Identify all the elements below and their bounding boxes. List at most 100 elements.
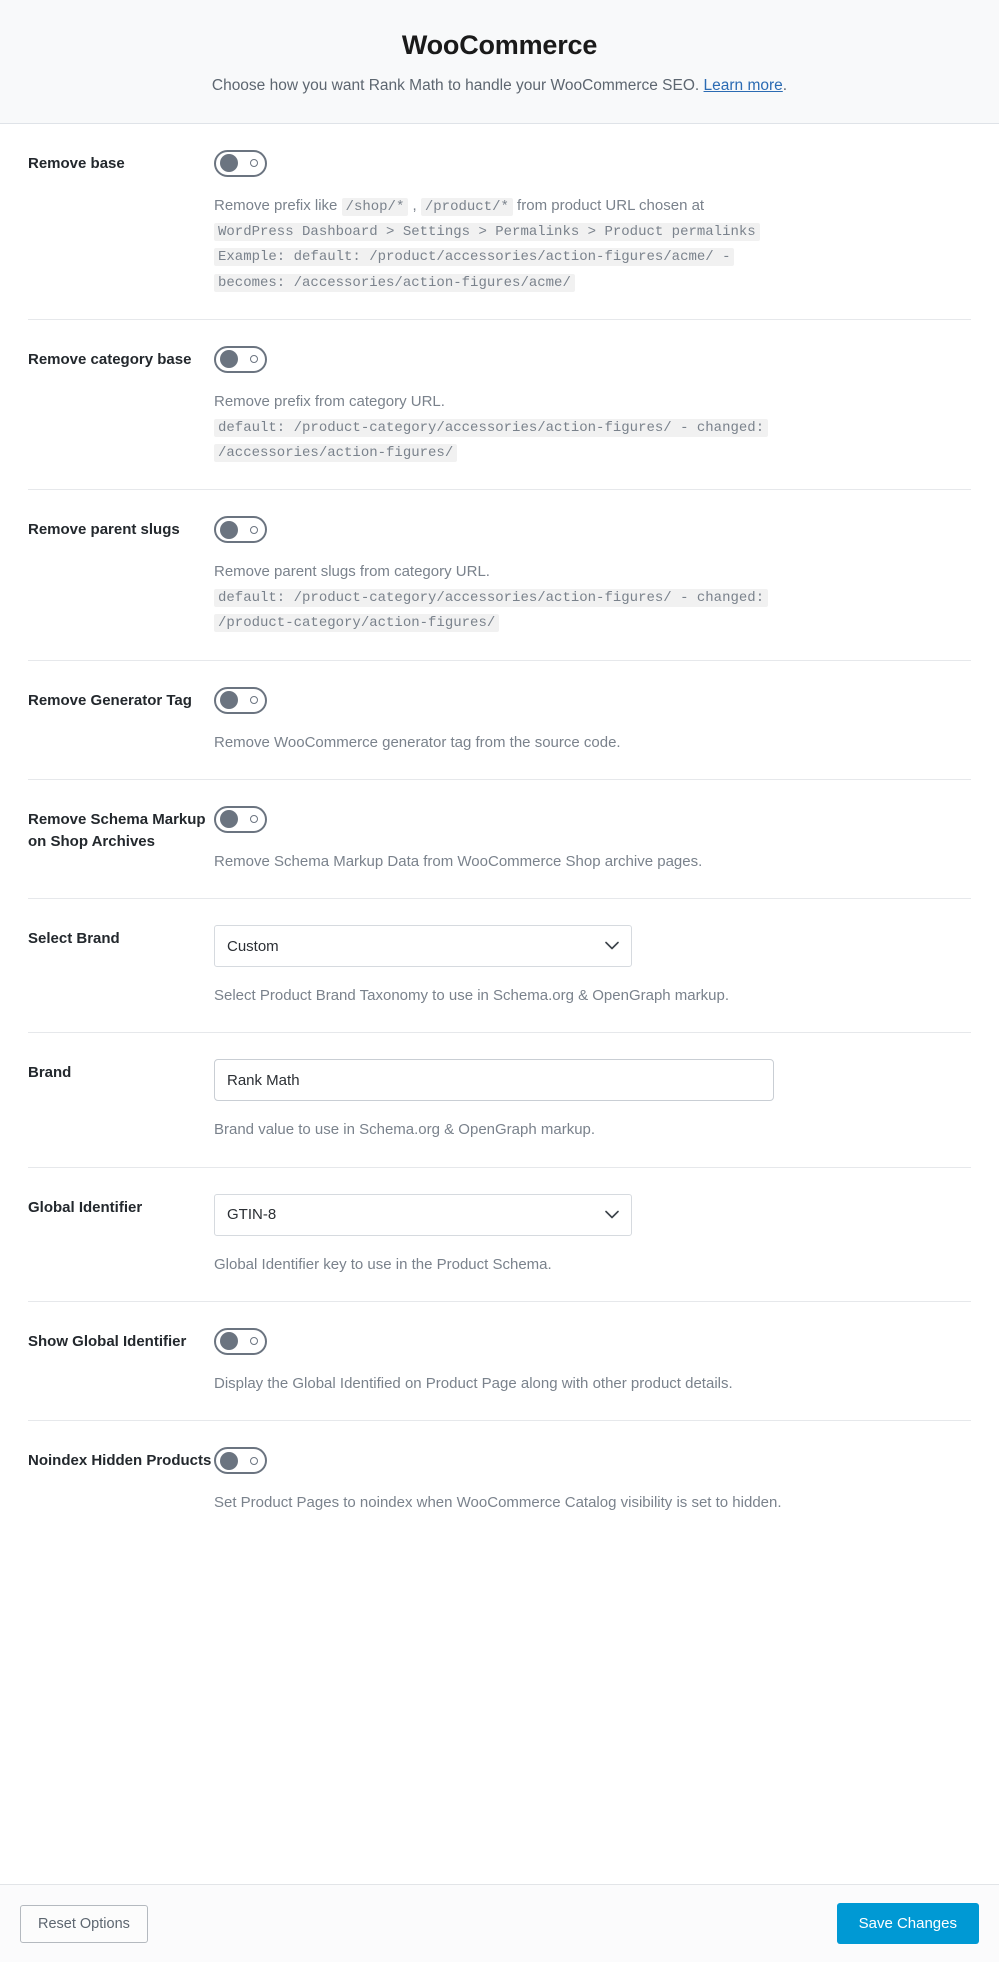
description-text: Remove WooCommerce generator tag from th… xyxy=(214,733,621,751)
field-description: Set Product Pages to noindex when WooCom… xyxy=(214,1491,914,1515)
toggle-off-indicator-icon xyxy=(250,525,258,534)
field-row-global-identifier: Global Identifier GTIN-8 Global Identifier… xyxy=(28,1168,971,1302)
field-label: Select Brand xyxy=(28,930,120,948)
toggle-off-indicator-icon xyxy=(250,696,258,704)
field-row-brand: Brand Brand value to use in Schema.org & … xyxy=(28,1033,971,1168)
description-text: from product URL chosen at xyxy=(512,196,705,214)
description-text: Set Product Pages to noindex when WooCom… xyxy=(214,1494,782,1512)
field-description: Remove Schema Markup Data from WooCommer… xyxy=(214,850,914,874)
toggle-knob-icon xyxy=(220,154,238,173)
page-subtitle: Choose how you want Rank Math to handle … xyxy=(20,75,979,97)
field-row-noindex-hidden-products: Noindex Hidden Products Set Product Pages… xyxy=(28,1421,971,1539)
select-select-brand[interactable]: Custom xyxy=(214,925,632,968)
field-label: Remove parent slugs xyxy=(28,521,180,539)
save-changes-button[interactable]: Save Changes xyxy=(836,1903,979,1944)
field-control: Display the Global Identified on Product… xyxy=(214,1327,971,1396)
field-control: Remove WooCommerce generator tag from th… xyxy=(214,686,971,755)
field-label: Remove base xyxy=(28,154,125,172)
learn-more-link[interactable]: Learn more xyxy=(704,77,783,94)
code-snippet: /shop/* xyxy=(341,197,409,216)
toggle-off-indicator-icon xyxy=(250,815,258,824)
toggle-knob-icon xyxy=(220,691,238,709)
field-control: Brand value to use in Schema.org & OpenG… xyxy=(214,1059,971,1142)
description-text: Select Product Brand Taxonomy to use in … xyxy=(214,987,729,1005)
description-text: Display the Global Identified on Product… xyxy=(214,1374,733,1392)
toggle-remove-generator-tag[interactable] xyxy=(214,686,267,714)
field-description: Remove parent slugs from category URL. de… xyxy=(214,560,914,635)
field-description: Global Identifier key to use in the Prod… xyxy=(214,1253,914,1277)
description-text: Remove parent slugs from category URL. xyxy=(214,563,490,581)
field-label: Noindex Hidden Products xyxy=(28,1452,212,1470)
toggle-off-indicator-icon xyxy=(250,1337,258,1346)
toggle-noindex-hidden-products[interactable] xyxy=(214,1447,267,1475)
subtitle-text-before: Choose how you want Rank Math to handle … xyxy=(211,77,704,94)
field-label: Remove category base xyxy=(28,350,192,368)
field-control: Remove prefix like /shop/* , /product/* … xyxy=(214,149,971,295)
toggle-off-indicator-icon xyxy=(250,355,258,364)
toggle-off-indicator-icon xyxy=(250,1456,258,1465)
code-line: becomes: /accessories/action-figures/acm… xyxy=(214,273,575,292)
toggle-remove-schema-markup-on-shop-archives[interactable] xyxy=(214,805,267,833)
code-example-block: default: /product-category/accessories/a… xyxy=(214,585,914,635)
field-label: Remove Generator Tag xyxy=(28,691,192,709)
field-row-show-global-identifier: Show Global Identifier Display the Global… xyxy=(28,1302,971,1422)
toggle-knob-icon xyxy=(220,810,238,829)
field-label: Remove Schema Markup on Shop Archives xyxy=(28,810,206,850)
woocommerce-settings-panel: WooCommerce Choose how you want Rank Mat… xyxy=(0,0,999,1962)
field-control: Remove parent slugs from category URL. de… xyxy=(214,516,971,635)
field-description: Display the Global Identified on Product… xyxy=(214,1372,914,1396)
field-row-remove-base: Remove base Remove prefix like /shop/* , … xyxy=(28,124,971,320)
code-line: default: /product-category/accessories/a… xyxy=(214,589,769,608)
description-text: Remove prefix from category URL. xyxy=(214,392,445,410)
toggle-remove-base[interactable] xyxy=(214,149,267,177)
field-row-remove-generator-tag: Remove Generator Tag Remove WooCommerce g… xyxy=(28,661,971,780)
toggle-remove-parent-slugs[interactable] xyxy=(214,516,267,544)
field-description: Remove prefix from category URL. default:… xyxy=(214,390,914,465)
panel-footer: Reset Options Save Changes xyxy=(0,1884,999,1962)
toggle-knob-icon xyxy=(220,520,238,539)
field-label: Brand xyxy=(28,1064,72,1082)
page-title: WooCommerce xyxy=(401,30,598,60)
code-line: /accessories/action-figures/ xyxy=(214,443,458,462)
field-description: Remove prefix like /shop/* , /product/* … xyxy=(214,194,914,295)
toggle-off-indicator-icon xyxy=(250,159,258,168)
description-text: , xyxy=(408,196,421,214)
field-control: Remove prefix from category URL. default:… xyxy=(214,345,971,465)
description-text: Remove Schema Markup Data from WooCommer… xyxy=(214,852,703,870)
code-snippet: /product/* xyxy=(420,197,513,216)
code-line: default: /product-category/accessories/a… xyxy=(214,418,769,437)
field-row-select-brand: Select Brand Custom Select Product Brand T… xyxy=(28,899,971,1034)
field-control: Custom Select Product Brand Taxonomy to u… xyxy=(214,925,971,1008)
select-wrapper-select-brand: Custom xyxy=(214,925,632,968)
field-control: Remove Schema Markup Data from WooCommer… xyxy=(214,805,971,874)
description-text: Remove prefix like xyxy=(214,196,342,214)
field-row-remove-category-base: Remove category base Remove prefix from c… xyxy=(28,320,971,491)
subtitle-text-after: . xyxy=(782,77,788,94)
field-control: GTIN-8 Global Identifier key to use in th… xyxy=(214,1193,971,1277)
field-row-remove-parent-slugs: Remove parent slugs Remove parent slugs f… xyxy=(28,490,971,661)
toggle-show-global-identifier[interactable] xyxy=(214,1327,267,1355)
panel-header: WooCommerce Choose how you want Rank Mat… xyxy=(0,0,999,124)
code-example-block: default: /product-category/accessories/a… xyxy=(214,415,914,465)
toggle-remove-category-base[interactable] xyxy=(214,345,267,373)
field-label: Show Global Identifier xyxy=(28,1332,187,1350)
description-text: Brand value to use in Schema.org & OpenG… xyxy=(214,1121,596,1139)
select-global-identifier[interactable]: GTIN-8 xyxy=(214,1193,632,1236)
description-text: Global Identifier key to use in the Prod… xyxy=(214,1255,552,1273)
select-wrapper-global-identifier: GTIN-8 xyxy=(214,1193,632,1236)
settings-fields-list: Remove base Remove prefix like /shop/* , … xyxy=(0,124,999,1884)
code-example-block: WordPress Dashboard > Settings > Permali… xyxy=(214,219,914,294)
toggle-knob-icon xyxy=(220,350,238,369)
input-brand[interactable] xyxy=(214,1059,774,1102)
field-description: Select Product Brand Taxonomy to use in … xyxy=(214,984,914,1008)
reset-options-button[interactable]: Reset Options xyxy=(20,1904,148,1943)
field-description: Brand value to use in Schema.org & OpenG… xyxy=(214,1118,914,1142)
field-row-remove-schema-markup-on-shop-archives: Remove Schema Markup on Shop Archives Rem… xyxy=(28,780,971,900)
field-description: Remove WooCommerce generator tag from th… xyxy=(214,731,914,755)
toggle-knob-icon xyxy=(220,1451,238,1470)
code-line: WordPress Dashboard > Settings > Permali… xyxy=(214,223,760,242)
code-line: /product-category/action-figures/ xyxy=(214,614,500,633)
field-label: Global Identifier xyxy=(28,1198,143,1216)
field-control: Set Product Pages to noindex when WooCom… xyxy=(214,1447,971,1515)
toggle-knob-icon xyxy=(220,1332,238,1351)
